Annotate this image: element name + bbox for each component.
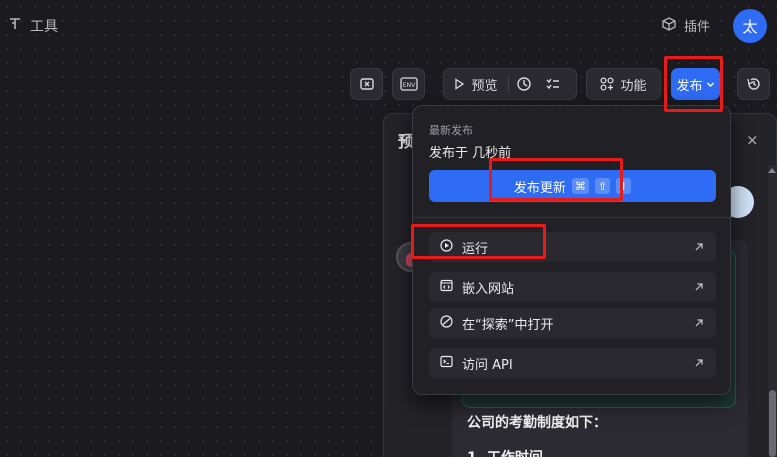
menu-item-explore[interactable]: 在“探索”中打开 (429, 308, 716, 338)
latest-publish-label: 最新发布 (429, 124, 473, 137)
embed-icon (440, 279, 453, 296)
plugin-link[interactable]: 插件 (662, 16, 710, 35)
external-link-icon (694, 317, 704, 332)
play-circle-icon (440, 238, 453, 256)
svg-text:ENV: ENV (402, 82, 415, 89)
menu-item-embed[interactable]: 嵌入网站 (429, 272, 716, 302)
menu-item-label: 访问 API (462, 357, 513, 373)
menu-item-label: 嵌入网站 (462, 281, 515, 297)
menu-item-label: 在“探索”中打开 (462, 317, 554, 333)
timer-icon (516, 76, 532, 92)
tool-label[interactable]: 工具 (8, 16, 58, 36)
preview-button[interactable]: 预览 (453, 75, 507, 94)
checklist-icon (545, 76, 561, 92)
publish-dropdown: 最新发布 发布于 几秒前 发布更新 ⌘ ⇧ I 运行 嵌入网站 在“探索”中打开 (412, 105, 732, 395)
external-link-icon (694, 281, 704, 296)
env-button[interactable]: ENV (392, 68, 425, 100)
preview-label: 预览 (471, 78, 498, 94)
function-button[interactable]: 功能 (586, 68, 661, 100)
close-icon[interactable]: × (746, 131, 759, 149)
scroll-up-icon[interactable] (768, 168, 776, 173)
tool-label-text: 工具 (30, 19, 58, 35)
top-bar: 工具 插件 太 (0, 0, 777, 50)
function-label: 功能 (620, 78, 647, 94)
terminal-icon (440, 355, 453, 372)
publish-update-label: 发布更新 (513, 180, 566, 196)
variable-icon (359, 76, 375, 92)
play-icon (453, 78, 465, 90)
explore-icon (440, 314, 453, 332)
plugin-label: 插件 (684, 20, 711, 35)
publish-label: 发布 (676, 78, 703, 94)
variable-button[interactable] (350, 68, 383, 100)
chevron-down-icon (706, 80, 715, 89)
menu-item-api[interactable]: 访问 API (429, 348, 716, 378)
external-link-icon (694, 241, 704, 256)
user-avatar[interactable]: 太 (733, 9, 767, 43)
menu-item-label: 运行 (462, 241, 489, 257)
message-heading: 公司的考勤制度如下： (467, 415, 607, 431)
shortcut-shift-key: ⇧ (594, 178, 611, 194)
dropdown-divider (413, 217, 732, 218)
publish-update-button[interactable]: 发布更新 ⌘ ⇧ I (429, 170, 716, 202)
history-button[interactable] (737, 68, 770, 100)
shortcut-cmd-key: ⌘ (571, 178, 589, 194)
published-time: 发布于 几秒前 (429, 146, 512, 161)
debug-button[interactable] (509, 76, 539, 92)
scrollbar-thumb[interactable] (769, 390, 776, 457)
checklist-button[interactable] (539, 76, 567, 92)
cube-icon (662, 16, 676, 35)
menu-item-run[interactable]: 运行 (429, 232, 716, 262)
history-icon (746, 76, 762, 92)
external-link-icon (694, 357, 704, 372)
preview-group: 预览 (443, 68, 577, 100)
shortcut-i-key: I (616, 178, 632, 194)
message-partial-line: 1. 工作时间 (467, 447, 543, 457)
publish-button[interactable]: 发布 (671, 68, 720, 100)
env-icon: ENV (399, 76, 418, 92)
apps-icon (600, 77, 615, 91)
text-tool-icon (8, 17, 22, 35)
